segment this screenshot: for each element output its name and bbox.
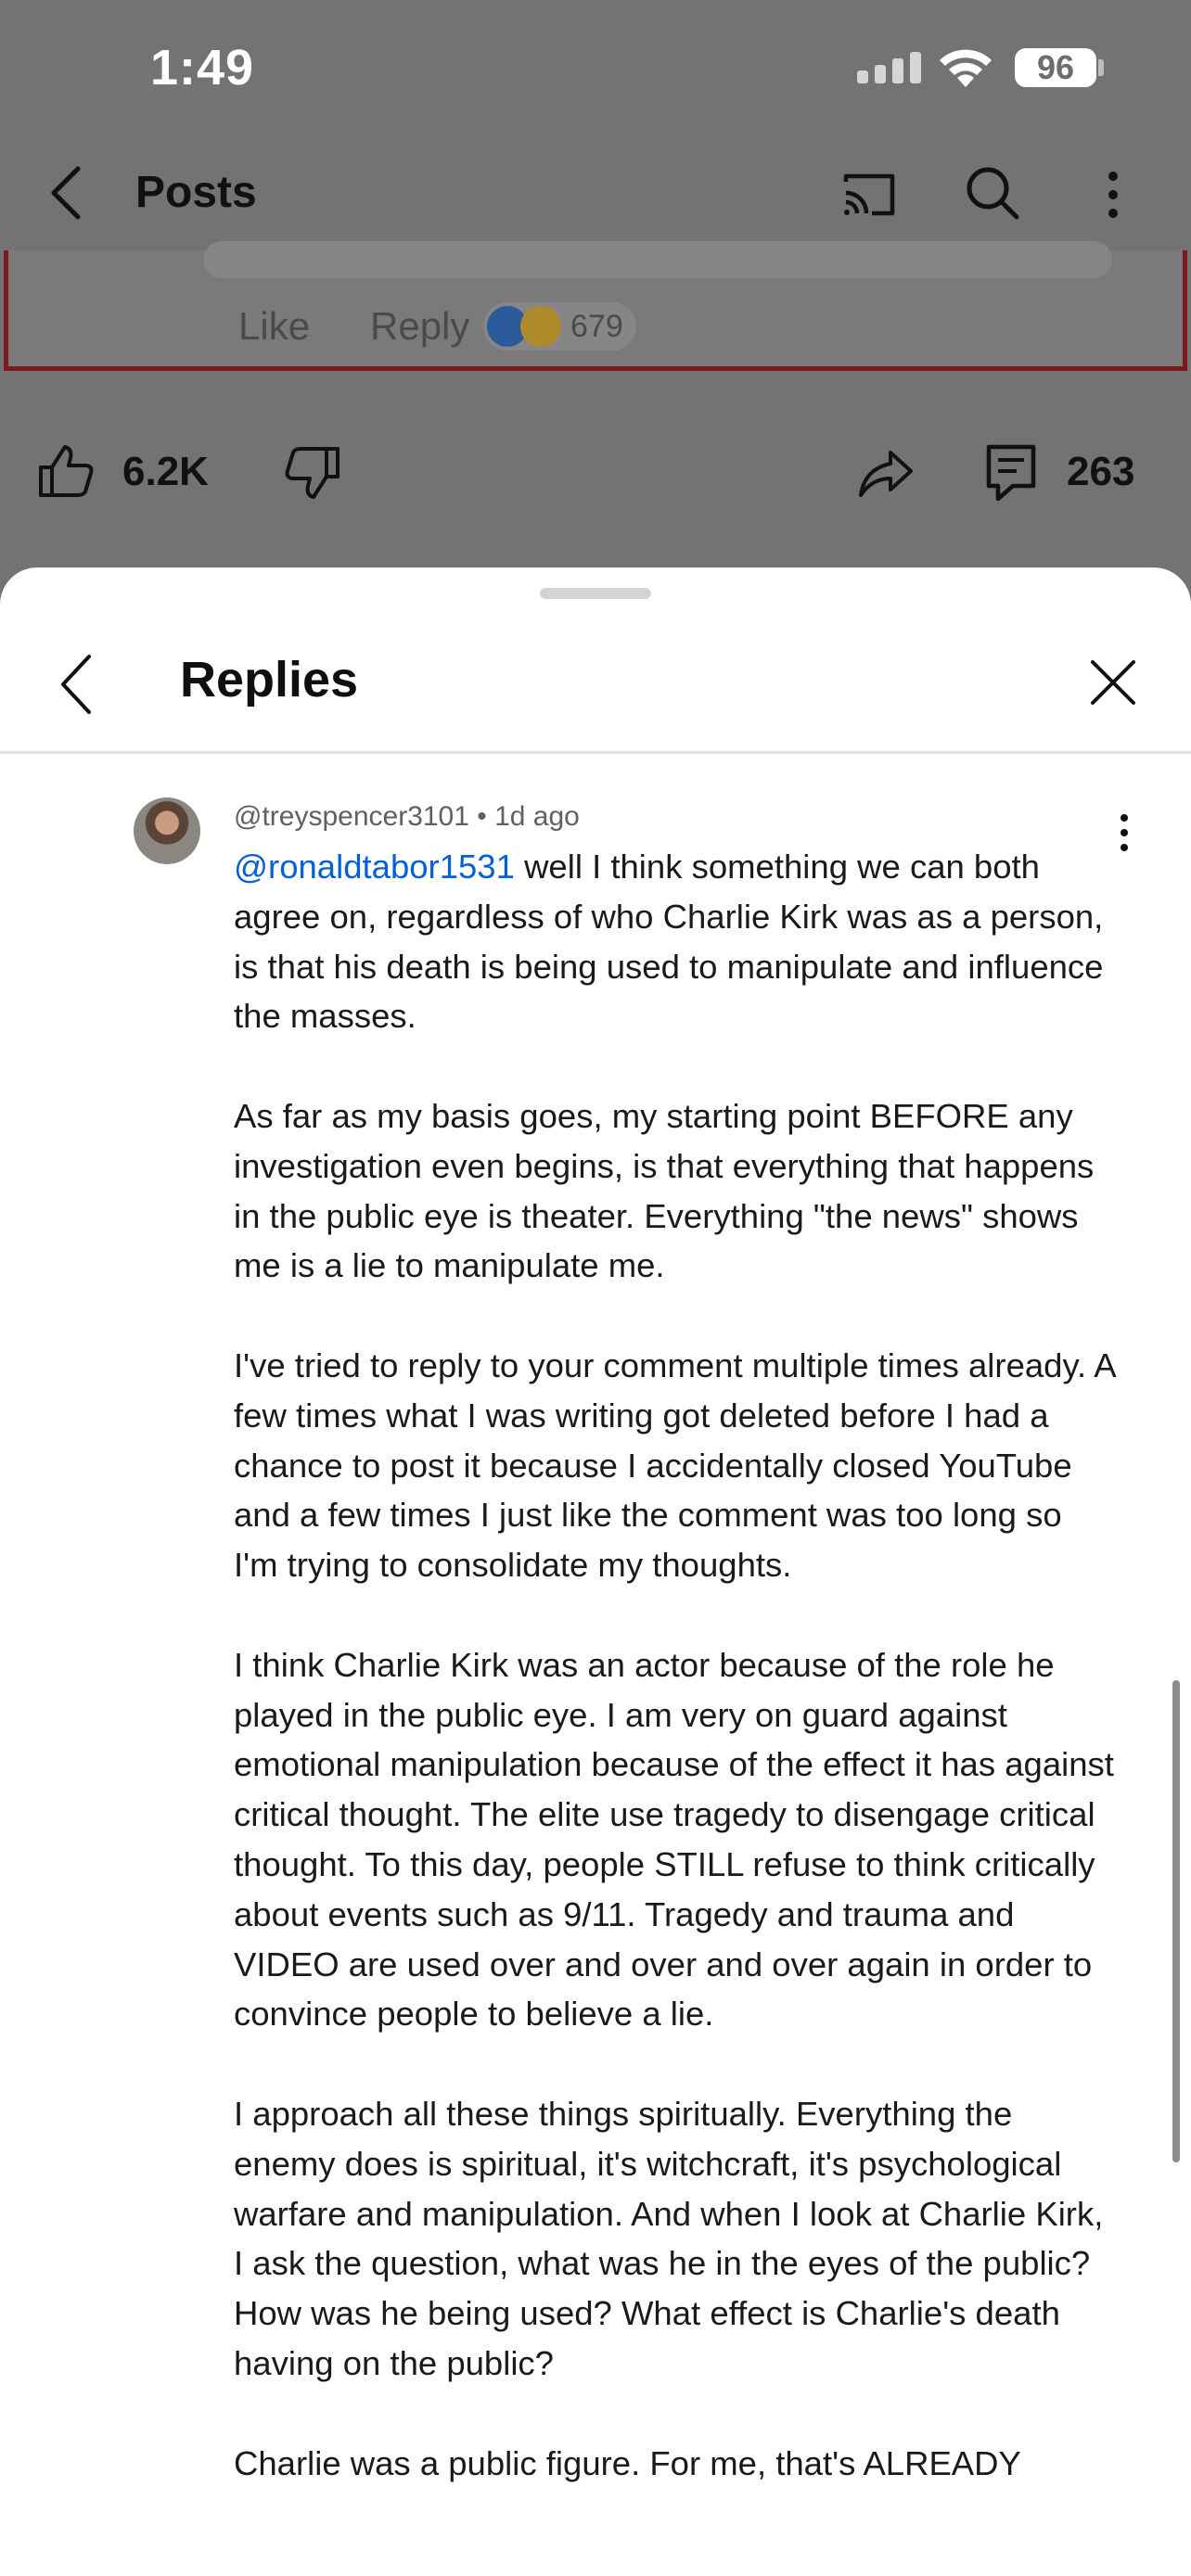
search-icon[interactable] (963, 163, 1022, 223)
more-vert-icon[interactable] (1095, 165, 1132, 224)
status-bar: 1:49 96 (0, 0, 1191, 139)
thumb-up-icon[interactable] (37, 443, 95, 499)
replies-sheet: Replies @treyspencer3101 • 1d ago @ronal… (0, 567, 1191, 2576)
drag-handle[interactable] (540, 588, 651, 599)
sheet-divider (0, 751, 1191, 754)
comment-icon[interactable] (985, 443, 1037, 503)
like-count: 6.2K (122, 449, 209, 494)
status-time: 1:49 (150, 40, 255, 96)
thumb-down-icon[interactable] (284, 445, 341, 501)
more-vert-icon[interactable] (1113, 812, 1135, 853)
battery-indicator: 96 (1015, 48, 1096, 87)
chevron-left-icon[interactable] (45, 163, 89, 223)
comment-paragraph: Charlie was a public figure. For me, tha… (234, 2443, 1021, 2482)
comment-paragraph: As far as my basis goes, my starting poi… (234, 1096, 1095, 1285)
wow-reaction-icon (520, 306, 561, 347)
post-action-bar: 6.2K 263 (0, 399, 1191, 547)
close-icon[interactable] (1087, 657, 1139, 708)
comment-bubble (203, 241, 1112, 278)
comment-paragraph: I approach all these things spiritually.… (234, 2094, 1104, 2382)
chevron-left-icon[interactable] (56, 651, 96, 718)
comment-paragraph: @ronaldtabor1531 well I think something … (234, 848, 1104, 1036)
post-image-fragment: Like Reply 679 (4, 241, 1187, 371)
cellular-signal-icon (857, 52, 921, 83)
mention-link[interactable]: @ronaldtabor1531 (234, 848, 515, 886)
scrollbar[interactable] (1172, 1680, 1180, 2162)
image-like-label: Like (238, 304, 311, 348)
wifi-icon (940, 49, 992, 87)
avatar[interactable] (134, 797, 200, 864)
image-reply-label: Reply (370, 304, 470, 348)
app-header: Posts (0, 139, 1191, 250)
comment-count: 263 (1067, 449, 1135, 494)
reaction-badge: 679 (483, 302, 636, 351)
battery-nub (1098, 59, 1104, 76)
reaction-count: 679 (570, 308, 623, 344)
comment-text: @ronaldtabor1531 well I think something … (234, 842, 1115, 2538)
cast-icon[interactable] (839, 165, 898, 224)
comment-author-meta[interactable]: @treyspencer3101 • 1d ago (234, 801, 580, 833)
sheet-title: Replies (180, 652, 359, 708)
comment-paragraph: I think Charlie Kirk was an actor becaus… (234, 1645, 1114, 2034)
comment-paragraph: I've tried to reply to your comment mult… (234, 1345, 1115, 1585)
page-title: Posts (135, 168, 257, 217)
share-icon[interactable] (857, 447, 915, 499)
